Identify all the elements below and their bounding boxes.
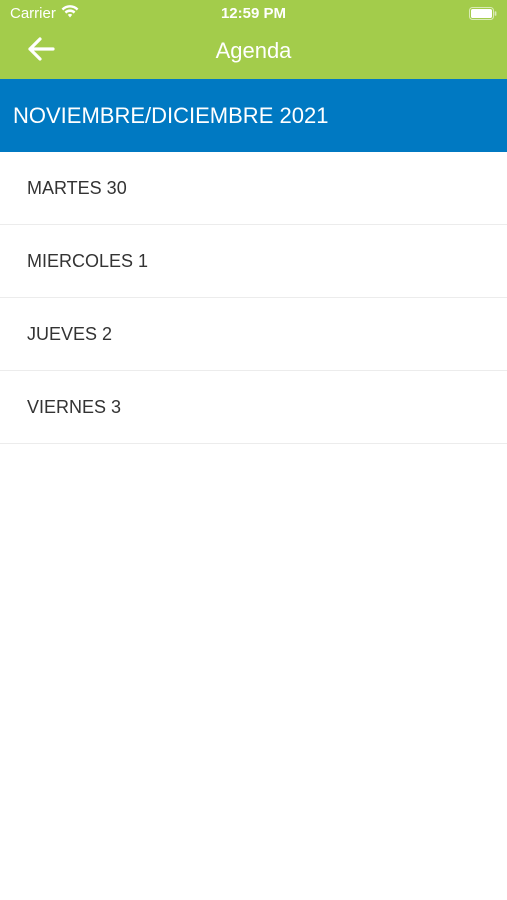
top-bar: Carrier 12:59 PM Agenda <box>0 0 507 79</box>
agenda-screen: Carrier 12:59 PM Agenda NOVIEMBRE/DICIEM… <box>0 0 507 900</box>
page-title: Agenda <box>215 38 292 63</box>
status-bar: Carrier 12:59 PM <box>0 0 507 28</box>
day-list: MARTES 30 MIERCOLES 1 JUEVES 2 VIERNES 3 <box>0 152 507 444</box>
day-label: MARTES 30 <box>27 177 127 198</box>
section-header: NOVIEMBRE/DICIEMBRE 2021 <box>0 79 507 152</box>
day-label: JUEVES 2 <box>27 323 113 344</box>
status-time: 12:59 PM <box>220 5 287 22</box>
day-item-martes-30[interactable]: MARTES 30 <box>0 152 507 225</box>
day-label: VIERNES 3 <box>27 396 122 417</box>
day-item-viernes-3[interactable]: VIERNES 3 <box>0 371 507 444</box>
day-label: MIERCOLES 1 <box>27 250 149 271</box>
day-item-miercoles-1[interactable]: MIERCOLES 1 <box>0 225 507 298</box>
day-item-jueves-2[interactable]: JUEVES 2 <box>0 298 507 371</box>
section-title: NOVIEMBRE/DICIEMBRE 2021 <box>13 102 329 128</box>
battery-icon <box>469 7 497 24</box>
nav-bar: Agenda <box>0 28 507 79</box>
